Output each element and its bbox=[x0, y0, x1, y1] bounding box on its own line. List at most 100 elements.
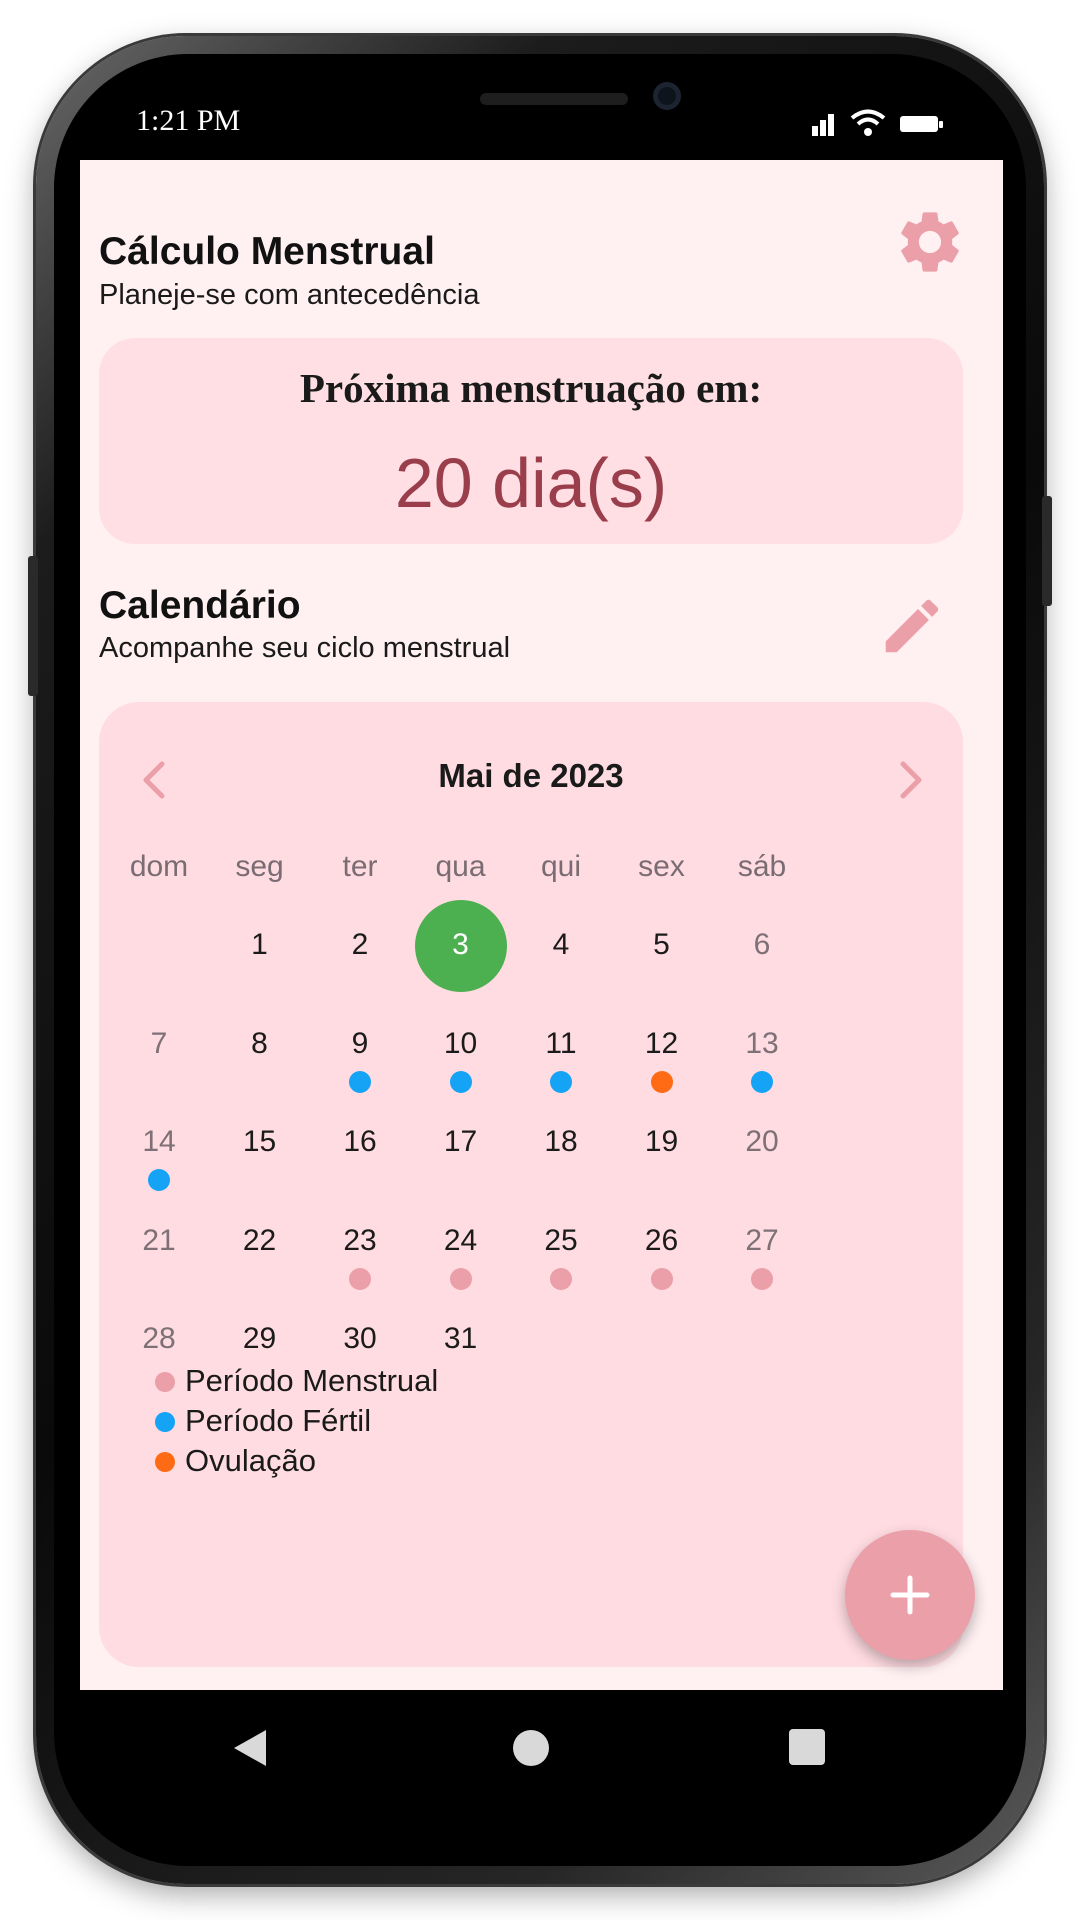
back-triangle-icon bbox=[234, 1730, 266, 1766]
next-period-card: Próxima menstruação em: 20 dia(s) bbox=[99, 338, 963, 544]
calendar-day-1[interactable]: 1 bbox=[205, 900, 315, 1000]
fertile-marker-dot bbox=[550, 1070, 572, 1093]
day-number: 21 bbox=[142, 1223, 176, 1257]
edit-cycle-button[interactable] bbox=[877, 591, 947, 661]
home-circle-icon bbox=[513, 1730, 549, 1766]
calendar-day-6[interactable]: 6 bbox=[707, 900, 817, 1000]
calendar-day-8[interactable]: 8 bbox=[205, 999, 315, 1099]
calendar-day-24[interactable]: 24 bbox=[406, 1196, 516, 1296]
calendar-day-20[interactable]: 20 bbox=[707, 1097, 817, 1197]
menstrual-marker-dot bbox=[650, 1267, 673, 1290]
day-number: 8 bbox=[251, 1026, 268, 1060]
settings-button[interactable] bbox=[893, 205, 967, 279]
day-number: 16 bbox=[343, 1125, 377, 1158]
next-month-button[interactable] bbox=[891, 756, 931, 804]
day-number: 10 bbox=[443, 1026, 478, 1060]
day-number: 29 bbox=[242, 1322, 277, 1355]
calendar-day-5[interactable]: 5 bbox=[607, 900, 717, 1000]
day-number: 27 bbox=[745, 1223, 779, 1257]
weekday-label: dom bbox=[129, 850, 189, 883]
calendar-day-22[interactable]: 22 bbox=[205, 1196, 315, 1296]
weekday-label: qui bbox=[540, 850, 582, 883]
menstrual-marker-dot bbox=[550, 1267, 572, 1290]
gear-icon bbox=[901, 212, 959, 272]
weekday-label: qua bbox=[435, 850, 486, 883]
pencil-icon bbox=[885, 599, 939, 653]
fertile-marker-dot bbox=[751, 1070, 773, 1093]
power-button bbox=[1042, 496, 1052, 606]
day-number: 7 bbox=[150, 1026, 168, 1060]
calendar-day-9[interactable]: 9 bbox=[305, 999, 415, 1099]
day-number: 9 bbox=[351, 1026, 369, 1060]
day-number: 3 bbox=[452, 928, 469, 961]
day-number: 19 bbox=[644, 1125, 679, 1158]
weekday-label: ter bbox=[342, 850, 378, 883]
menstrual-marker-dot bbox=[349, 1267, 371, 1290]
legend-label: Período Menstrual bbox=[185, 1363, 439, 1398]
add-record-button[interactable] bbox=[845, 1530, 975, 1660]
calendar-day-12[interactable]: 12 bbox=[607, 999, 717, 1099]
calendar-day-17[interactable]: 17 bbox=[406, 1097, 516, 1197]
plus-icon bbox=[890, 1575, 930, 1615]
calendar-day-14[interactable]: 14 bbox=[104, 1097, 214, 1197]
day-number: 28 bbox=[142, 1322, 176, 1355]
app-subtitle: Planeje-se com antecedência bbox=[99, 279, 480, 311]
calendar-day-23[interactable]: 23 bbox=[305, 1196, 415, 1296]
day-number: 22 bbox=[242, 1223, 277, 1257]
weekday-label: seg bbox=[235, 850, 284, 883]
day-number: 26 bbox=[644, 1223, 679, 1257]
calendar-day-2[interactable]: 2 bbox=[305, 900, 415, 1000]
front-camera bbox=[653, 82, 681, 110]
day-number: 25 bbox=[544, 1223, 578, 1257]
day-number: 18 bbox=[544, 1125, 578, 1158]
signal-icon bbox=[812, 110, 842, 136]
calendar-day-21[interactable]: 21 bbox=[104, 1196, 214, 1296]
calendar-day-19[interactable]: 19 bbox=[607, 1097, 717, 1197]
volume-button bbox=[28, 556, 38, 696]
calendar-day-4[interactable]: 4 bbox=[506, 900, 616, 1000]
day-number: 12 bbox=[644, 1026, 679, 1060]
day-number: 30 bbox=[343, 1322, 377, 1355]
next-period-value: 20 dia(s) bbox=[394, 444, 668, 522]
day-number: 4 bbox=[552, 928, 570, 961]
day-number: 31 bbox=[443, 1322, 478, 1355]
calendar-day-15[interactable]: 15 bbox=[205, 1097, 315, 1197]
home-button[interactable] bbox=[512, 1729, 550, 1767]
day-number: 13 bbox=[745, 1026, 779, 1060]
day-number: 17 bbox=[443, 1125, 478, 1158]
calendar-day-26[interactable]: 26 bbox=[607, 1196, 717, 1296]
month-label: Mai de 2023 bbox=[438, 757, 624, 794]
app-screen: Cálculo Menstrual Planeje-se com anteced… bbox=[80, 160, 1003, 1690]
calendar-day-18[interactable]: 18 bbox=[506, 1097, 616, 1197]
legend-label: Ovulação bbox=[185, 1443, 316, 1478]
calendar-day-13[interactable]: 13 bbox=[707, 999, 817, 1099]
fertile-marker-dot bbox=[449, 1070, 472, 1093]
recents-button[interactable] bbox=[789, 1729, 825, 1765]
calendar-day-25[interactable]: 25 bbox=[506, 1196, 616, 1296]
fertile-marker-dot bbox=[349, 1070, 371, 1093]
calendar-day-3[interactable]: 3 bbox=[406, 900, 516, 1000]
app-title: Cálculo Menstrual bbox=[99, 230, 435, 273]
calendar-day-16[interactable]: 16 bbox=[305, 1097, 415, 1197]
calendar-day-7[interactable]: 7 bbox=[104, 999, 214, 1099]
calendar-title: Calendário bbox=[99, 584, 301, 627]
menstrual-marker-dot bbox=[751, 1267, 773, 1290]
calendar-day-27[interactable]: 27 bbox=[707, 1196, 817, 1296]
legend-color-dot bbox=[155, 1372, 175, 1392]
calendar-day-10[interactable]: 10 bbox=[406, 999, 516, 1099]
menstrual-marker-dot bbox=[449, 1267, 472, 1290]
earpiece-speaker bbox=[480, 93, 628, 105]
legend-label: Período Fértil bbox=[185, 1403, 372, 1438]
day-number: 20 bbox=[745, 1125, 779, 1158]
weekday-label: sáb bbox=[737, 850, 787, 883]
back-button[interactable] bbox=[228, 1726, 272, 1770]
calendar-day-11[interactable]: 11 bbox=[506, 999, 616, 1099]
battery-icon bbox=[900, 116, 943, 132]
next-period-label: Próxima menstruação em: bbox=[299, 365, 763, 411]
status-time: 1:21 PM bbox=[136, 104, 241, 137]
day-number: 2 bbox=[351, 928, 369, 961]
day-number: 14 bbox=[142, 1125, 176, 1158]
fertile-marker-dot bbox=[148, 1169, 170, 1191]
recents-square-icon bbox=[789, 1729, 825, 1765]
legend-color-dot bbox=[155, 1452, 175, 1472]
